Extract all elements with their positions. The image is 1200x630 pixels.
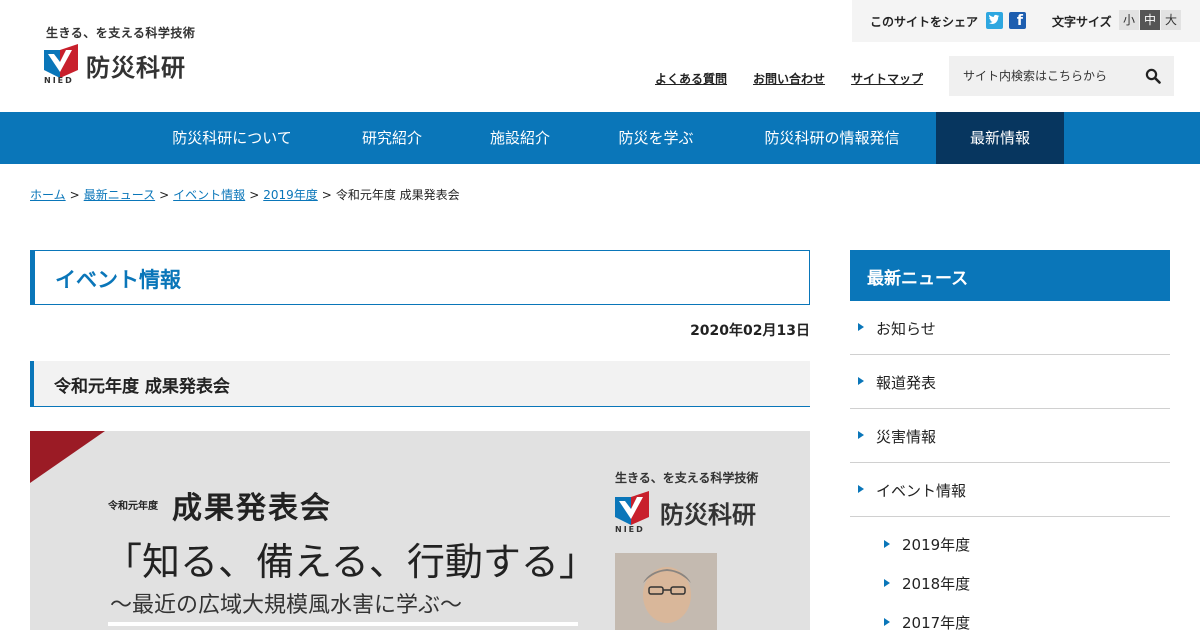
- nav-item-news[interactable]: 最新情報: [936, 112, 1064, 164]
- speaker-photo: [615, 553, 717, 630]
- page-title-box: イベント情報: [30, 250, 810, 305]
- breadcrumb-events[interactable]: イベント情報: [173, 188, 245, 202]
- logo-tagline: 生きる、を支える科学技術: [46, 26, 196, 40]
- font-size-large-button[interactable]: 大: [1161, 10, 1181, 30]
- page-title: イベント情報: [55, 268, 181, 292]
- breadcrumb-separator: >: [321, 188, 332, 202]
- site-header: 生きる、を支える科学技術 防災科研 NIED このサイトをシェア f 文字サイズ…: [0, 0, 1200, 112]
- faq-link[interactable]: よくある質問: [655, 70, 727, 87]
- triangle-right-icon: [884, 618, 890, 626]
- twitter-icon[interactable]: [986, 12, 1003, 29]
- sidebar-subitem-2017[interactable]: 2017年度: [850, 602, 1170, 630]
- sidebar-heading-label: 最新ニュース: [867, 269, 969, 289]
- share-label: このサイトをシェア: [870, 15, 979, 29]
- sidebar-subitem-2019[interactable]: 2019年度: [850, 524, 1170, 563]
- sidebar-item-label: 報道発表: [876, 374, 937, 392]
- triangle-right-icon: [858, 377, 864, 385]
- sidebar-item-label: お知らせ: [876, 320, 936, 338]
- triangle-right-icon: [884, 540, 890, 548]
- sidebar-subitem-label: 2018年度: [902, 575, 971, 593]
- utility-topbar: このサイトをシェア f 文字サイズ 小 中 大: [852, 0, 1200, 42]
- nav-item-research[interactable]: 研究紹介: [330, 112, 454, 164]
- article-title: 令和元年度 成果発表会: [54, 377, 230, 397]
- font-size-small-button[interactable]: 小: [1119, 10, 1139, 30]
- triangle-right-icon: [858, 431, 864, 439]
- poster-subtitle: 〜最近の広域大規模風水害に学ぶ〜: [110, 593, 463, 618]
- post-date: 2020年02月13日: [690, 323, 810, 339]
- poster-divider: [108, 622, 578, 626]
- global-nav: 防災科研について 研究紹介 施設紹介 防災を学ぶ 防災科研の情報発信 最新情報: [0, 112, 1200, 164]
- poster-logo-tagline: 生きる、を支える科学技術: [615, 471, 759, 485]
- event-poster-image: 令和元年度 成果発表会 「知る、備える、行動する」 〜最近の広域大規模風水害に学…: [30, 431, 810, 630]
- sidebar-item-label: イベント情報: [876, 482, 967, 500]
- sidebar-item-notices[interactable]: お知らせ: [850, 301, 1170, 355]
- breadcrumb-news[interactable]: 最新ニュース: [84, 188, 155, 202]
- breadcrumb: ホーム > 最新ニュース > イベント情報 >2019年度 > 令和元年度 成果発表会: [30, 186, 460, 203]
- article-title-box: 令和元年度 成果発表会: [30, 361, 810, 407]
- nav-item-facilities[interactable]: 施設紹介: [458, 112, 582, 164]
- breadcrumb-separator: >: [159, 188, 170, 202]
- font-size-label: 文字サイズ: [1052, 15, 1112, 29]
- poster-event: 成果発表会: [172, 491, 332, 526]
- breadcrumb-separator: >: [69, 188, 80, 202]
- poster-corner-decoration: [30, 431, 105, 483]
- triangle-right-icon: [858, 485, 864, 493]
- nav-item-about[interactable]: 防災科研について: [150, 112, 314, 164]
- breadcrumb-home[interactable]: ホーム: [30, 188, 66, 202]
- sidebar-item-press[interactable]: 報道発表: [850, 355, 1170, 409]
- font-size-medium-button[interactable]: 中: [1140, 10, 1160, 30]
- nav-item-publicity[interactable]: 防災科研の情報発信: [740, 112, 924, 164]
- sidebar-subitem-label: 2017年度: [902, 614, 971, 630]
- site-search: [949, 56, 1174, 96]
- sidebar-item-label: 災害情報: [876, 428, 937, 446]
- search-icon[interactable]: [1145, 68, 1161, 84]
- triangle-right-icon: [884, 579, 890, 587]
- contact-link[interactable]: お問い合わせ: [753, 70, 825, 87]
- search-input[interactable]: [949, 56, 1139, 96]
- poster-year: 令和元年度: [108, 501, 158, 512]
- facebook-icon[interactable]: f: [1009, 12, 1026, 29]
- logo-name: 防災科研: [86, 54, 186, 82]
- sitemap-link[interactable]: サイトマップ: [851, 70, 923, 87]
- poster-logo-name: 防災科研: [660, 501, 756, 529]
- sidebar-subitem-2018[interactable]: 2018年度: [850, 563, 1170, 602]
- poster-logo-sub: NIED: [615, 525, 645, 534]
- breadcrumb-current: 令和元年度 成果発表会: [335, 188, 460, 202]
- triangle-right-icon: [858, 323, 864, 331]
- utility-links: よくある質問 お問い合わせ サイトマップ: [655, 70, 923, 87]
- breadcrumb-year[interactable]: 2019年度: [263, 188, 318, 202]
- logo-sub: NIED: [44, 76, 74, 85]
- site-logo[interactable]: 生きる、を支える科学技術 防災科研 NIED: [44, 24, 204, 88]
- sidebar-heading: 最新ニュース: [850, 250, 1170, 301]
- sidebar-subitem-label: 2019年度: [902, 536, 971, 554]
- breadcrumb-separator: >: [249, 188, 260, 202]
- sidebar-item-disaster[interactable]: 災害情報: [850, 409, 1170, 463]
- poster-theme: 「知る、備える、行動する」: [104, 540, 597, 584]
- nav-item-learn[interactable]: 防災を学ぶ: [594, 112, 718, 164]
- sidebar-item-events[interactable]: イベント情報: [850, 463, 1170, 517]
